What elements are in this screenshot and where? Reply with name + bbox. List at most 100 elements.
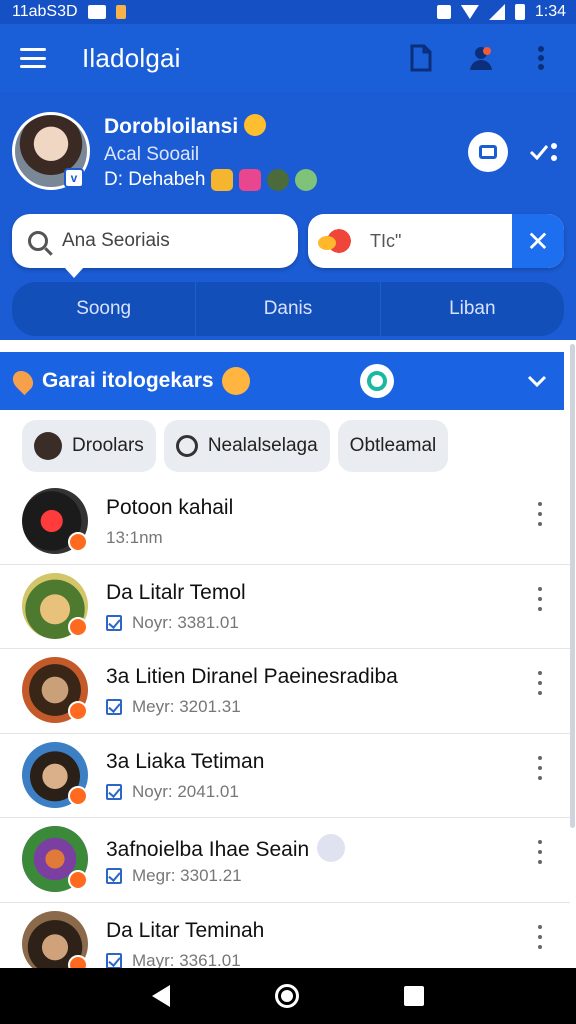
item-title: 3a Liaka Tetiman <box>106 749 265 773</box>
cell-signal-icon <box>488 4 505 20</box>
chip-droolars[interactable]: Droolars <box>22 420 156 472</box>
list-item[interactable]: Da Litalr Temol Noyr: 3381.01 <box>0 565 570 649</box>
check-share-icon[interactable] <box>528 138 558 164</box>
more-vert-icon[interactable] <box>534 586 546 611</box>
heart-emoji-icon <box>318 228 356 254</box>
search-placeholder: Ana Seoriais <box>62 230 170 251</box>
item-title: Da Litar Teminah <box>106 918 265 942</box>
checkbox-icon[interactable] <box>106 952 122 969</box>
card-button[interactable] <box>468 132 508 172</box>
close-icon[interactable]: ✕ <box>512 214 564 268</box>
item-subtitle-text: 13:1nm <box>106 528 163 547</box>
item-title: 3a Litien Diranel Paeinesradiba <box>106 665 398 688</box>
section-search-button[interactable] <box>360 364 394 398</box>
segment-soong[interactable]: Soong <box>12 282 197 336</box>
item-subtitle: Meyr: 3201.31 <box>106 697 241 717</box>
list-item[interactable]: 3afnoielba Ihae Seain Megr: 3301.21 <box>0 818 570 903</box>
more-vert-icon[interactable] <box>534 755 546 780</box>
recent-apps-icon[interactable] <box>403 986 424 1006</box>
badge-icon <box>68 701 88 721</box>
home-icon[interactable] <box>274 984 299 1008</box>
back-icon[interactable] <box>152 985 171 1007</box>
more-vert-icon[interactable] <box>526 43 556 73</box>
figure-icon <box>317 834 346 862</box>
item-subtitle: Noyr: 2041.01 <box>106 782 239 802</box>
status-left: 11abS3D <box>12 3 126 21</box>
list-item[interactable]: Potoon kahail 13:1nm <box>0 480 570 565</box>
more-vert-icon[interactable] <box>534 671 546 695</box>
tag-filter-text: TIc" <box>370 230 402 251</box>
list-item[interactable]: 3a Litien Diranel Paeinesradiba Meyr: 32… <box>0 649 570 734</box>
segmented-control: Soong Danis Liban <box>12 282 564 336</box>
message-icon <box>239 169 262 191</box>
badge-icon <box>68 616 88 637</box>
chevron-down-icon[interactable] <box>526 370 548 392</box>
checkbox-icon[interactable] <box>106 868 122 884</box>
item-title-text: 3afnoielba Ihae Seain <box>106 838 310 861</box>
section-title: Garai itologekars <box>42 369 214 392</box>
segment-liban[interactable]: Liban <box>381 282 564 336</box>
conversation-list: Potoon kahail 13:1nm Da Litalr Temol Noy… <box>0 480 570 987</box>
item-subtitle-text: Noyr: 3381.01 <box>132 612 239 632</box>
more-vert-icon[interactable] <box>534 840 546 864</box>
profile-subtitle: Acal Sooail <box>104 144 200 165</box>
app-bar: Iladolgai <box>0 24 576 92</box>
status-time-left: 11abS3D <box>12 3 78 20</box>
search-input[interactable]: Ana Seoriais <box>12 214 298 278</box>
item-title: Da Litalr Temol <box>106 580 246 604</box>
person-icon <box>34 432 62 460</box>
app-title: Iladolgai <box>82 42 181 73</box>
app-notification-icon <box>115 5 126 19</box>
chat-icon <box>211 169 234 191</box>
battery-icon <box>514 4 525 20</box>
more-vert-icon[interactable] <box>534 924 546 949</box>
profile-meta-text: D: Dehabeh <box>104 169 206 190</box>
item-subtitle-text: Megr: 3301.21 <box>132 866 242 885</box>
scrollbar[interactable] <box>570 344 575 828</box>
menu-icon[interactable] <box>20 48 46 68</box>
status-right: 1:34 <box>436 3 566 21</box>
filter-chips: Droolars Nealalselaga Obtleamal <box>22 420 449 472</box>
status-bar: 11abS3D 1:34 <box>0 0 576 24</box>
character-icon <box>267 169 290 191</box>
checkbox-icon[interactable] <box>106 783 122 800</box>
item-subtitle: Megr: 3301.21 <box>106 866 242 886</box>
location-pin-icon <box>8 366 38 396</box>
document-icon[interactable] <box>406 43 436 73</box>
status-time-right: 1:34 <box>534 3 566 20</box>
system-nav-bar <box>0 968 576 1024</box>
item-title: Potoon kahail <box>106 496 234 519</box>
segment-danis[interactable]: Danis <box>196 282 381 336</box>
face-emoji-icon <box>221 367 250 395</box>
link-icon <box>175 435 198 457</box>
list-item[interactable]: 3a Liaka Tetiman Noyr: 2041.01 <box>0 734 570 818</box>
item-title: 3afnoielba Ihae Seain <box>106 834 346 862</box>
chip-obtleamal[interactable]: Obtleamal <box>337 420 449 472</box>
item-subtitle: 13:1nm <box>106 528 163 548</box>
chip-label: Obtleamal <box>349 435 437 456</box>
account-icon[interactable] <box>466 43 496 73</box>
signal-icon <box>436 5 451 19</box>
profile-meta: D: Dehabeh <box>104 169 318 191</box>
item-subtitle-text: Noyr: 2041.01 <box>132 781 239 801</box>
checkbox-icon[interactable] <box>106 699 122 715</box>
card-icon <box>479 145 497 159</box>
verified-badge-icon: v <box>64 168 84 188</box>
tag-filter[interactable]: TIc" ✕ <box>308 214 564 268</box>
profile-name-text: Dorobloilansi <box>104 115 239 138</box>
badge-icon <box>68 870 88 890</box>
chip-label: Nealalselaga <box>207 435 318 456</box>
section-header[interactable]: Garai itologekars <box>0 352 564 410</box>
frog-icon <box>295 169 318 191</box>
smile-emoji-icon <box>244 114 267 136</box>
more-vert-icon[interactable] <box>534 502 546 526</box>
chip-label: Droolars <box>72 435 144 456</box>
badge-icon <box>68 532 88 552</box>
chat-search-icon <box>367 371 387 391</box>
item-subtitle-text: Meyr: 3201.31 <box>132 697 241 716</box>
profile-name: Dorobloilansi <box>104 114 267 139</box>
chip-nealalselaga[interactable]: Nealalselaga <box>163 420 330 472</box>
image-notification-icon <box>87 5 106 19</box>
badge-icon <box>68 785 88 806</box>
checkbox-icon[interactable] <box>106 614 122 631</box>
